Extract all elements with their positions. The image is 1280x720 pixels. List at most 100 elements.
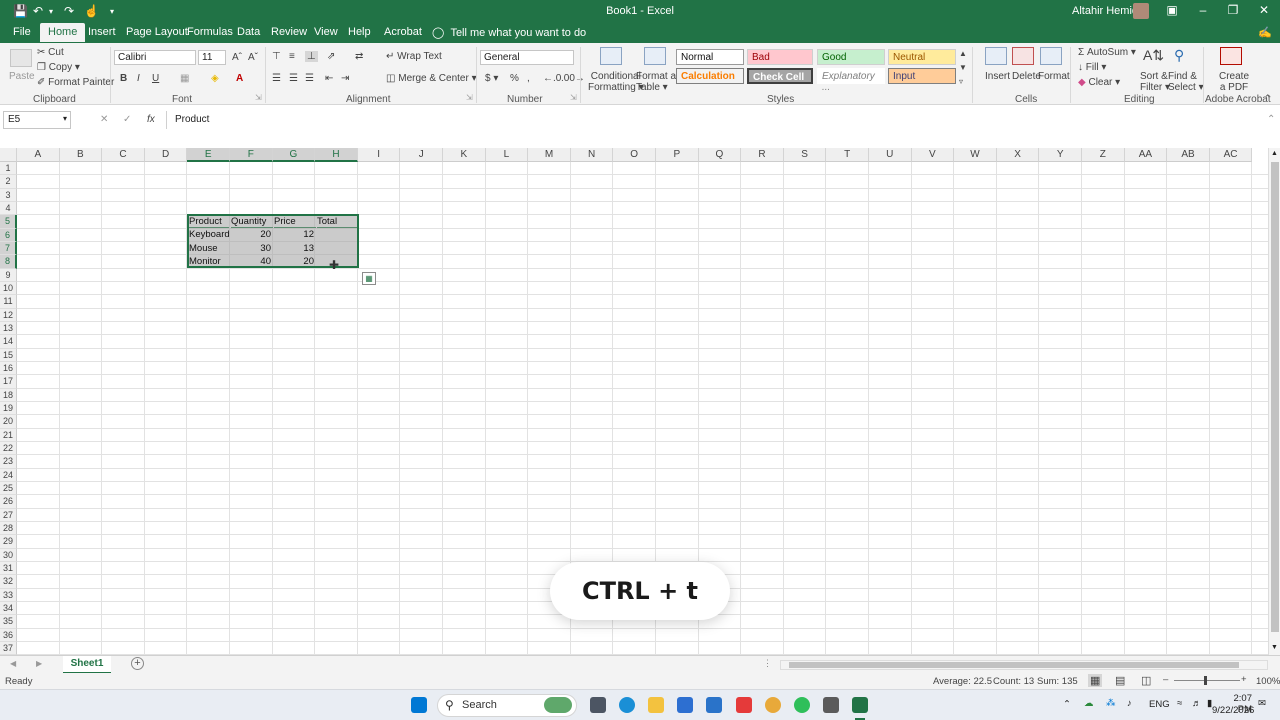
style-good[interactable]: Good (817, 49, 885, 65)
currency-icon[interactable]: $ ▾ (485, 73, 498, 84)
insert-function-icon[interactable]: fx (147, 114, 155, 125)
column-header-d[interactable]: D (144, 148, 188, 162)
delete-cells-icon[interactable] (1012, 47, 1034, 65)
row-header-31[interactable]: 31 (0, 561, 17, 576)
clock-date[interactable]: 9/22/2026 (1212, 705, 1254, 716)
zoom-in-icon[interactable]: + (1241, 674, 1247, 685)
column-header-i[interactable]: I (357, 148, 401, 162)
column-header-u[interactable]: U (869, 148, 912, 162)
touch-mode-icon[interactable]: ☝ (84, 4, 99, 18)
sheet-tab-sheet1[interactable]: Sheet1 (63, 656, 111, 674)
cell-g7[interactable]: 13 (274, 242, 314, 255)
column-header-g[interactable]: G (272, 148, 316, 162)
cell-f7[interactable]: 30 (231, 242, 271, 255)
zoom-slider[interactable] (1174, 680, 1240, 681)
column-header-ac[interactable]: AC (1209, 148, 1253, 162)
column-header-z[interactable]: Z (1082, 148, 1125, 162)
paste-button[interactable]: Paste (9, 71, 35, 82)
tab-insert[interactable]: Insert (88, 26, 116, 38)
increase-decimal-icon[interactable]: ←.0 (543, 73, 561, 84)
file-explorer-icon[interactable] (648, 697, 664, 713)
row-header-35[interactable]: 35 (0, 615, 17, 629)
avatar[interactable] (1133, 3, 1149, 19)
copy-button[interactable]: ❐ Copy ▾ (37, 62, 80, 73)
align-center-icon[interactable]: ☰ (289, 73, 298, 84)
cell-e5[interactable]: Product (189, 215, 229, 228)
row-header-14[interactable]: 14 (0, 335, 17, 349)
row-header-32[interactable]: 32 (0, 575, 17, 589)
redo-icon[interactable]: ↷ (64, 4, 74, 18)
pdf-icon[interactable] (1220, 47, 1242, 65)
undo-dropdown-icon[interactable]: ▾ (49, 7, 53, 16)
cell-e6[interactable]: Keyboard (189, 228, 230, 241)
chevron-down-icon[interactable]: ▾ (63, 114, 67, 123)
row-header-20[interactable]: 20 (0, 415, 17, 429)
youtube-icon[interactable] (736, 697, 752, 713)
cell-h6[interactable] (317, 228, 357, 241)
store-icon[interactable] (677, 697, 693, 713)
format-as-table-button[interactable]: Format as Table ▾ (636, 71, 681, 93)
style-bad[interactable]: Bad (747, 49, 813, 65)
number-format-select[interactable]: General (480, 50, 574, 65)
column-header-l[interactable]: L (485, 148, 529, 162)
cell-e8[interactable]: Monitor (189, 255, 229, 268)
volume-icon[interactable]: ♬ (1192, 698, 1202, 709)
border-icon[interactable]: ▦ (180, 73, 189, 84)
add-sheet-icon[interactable]: + (131, 657, 144, 670)
vertical-scroll-thumb[interactable] (1271, 162, 1279, 632)
wrap-text-button[interactable]: ↵ Wrap Text (386, 51, 442, 62)
onedrive-icon[interactable]: ☁ (1084, 698, 1094, 709)
row-header-29[interactable]: 29 (0, 535, 17, 549)
column-header-v[interactable]: V (911, 148, 955, 162)
row-header-7[interactable]: 7 (0, 241, 17, 256)
row-header-6[interactable]: 6 (0, 228, 17, 242)
autosum-button[interactable]: Σ AutoSum ▾ (1078, 47, 1136, 58)
zoom-level[interactable]: 100% (1256, 676, 1280, 687)
align-right-icon[interactable]: ☰ (305, 73, 314, 84)
alignment-dialog-launcher-icon[interactable]: ⇲ (466, 93, 473, 102)
windows-start-icon[interactable] (411, 697, 427, 713)
column-header-o[interactable]: O (613, 148, 656, 162)
close-icon[interactable]: ✕ (1254, 3, 1274, 17)
fill-color-icon[interactable]: ◈ (211, 73, 219, 84)
row-header-5[interactable]: 5 (0, 215, 17, 229)
underline-icon[interactable]: U (152, 73, 159, 84)
style-neutral[interactable]: Neutral (888, 49, 956, 65)
undo-icon[interactable]: ↶ (33, 4, 43, 18)
formula-input[interactable]: Product (166, 111, 1266, 129)
excel-icon[interactable] (852, 697, 868, 713)
row-header-34[interactable]: 34 (0, 601, 17, 616)
decrease-indent-icon[interactable]: ⇤ (325, 73, 333, 84)
status-average[interactable]: Average: 22.5 (933, 676, 992, 687)
percent-icon[interactable]: % (510, 73, 519, 84)
tab-data[interactable]: Data (237, 26, 260, 38)
format-as-table-icon[interactable] (644, 47, 666, 65)
snipping-tool-icon[interactable] (823, 697, 839, 713)
font-name-select[interactable]: Calibri (114, 50, 196, 65)
row-header-15[interactable]: 15 (0, 348, 17, 362)
rtl-icon[interactable]: ⇄ (355, 51, 363, 62)
restore-icon[interactable]: ❐ (1223, 3, 1243, 17)
status-count[interactable]: Count: 13 (993, 676, 1034, 687)
column-header-ab[interactable]: AB (1167, 148, 1210, 162)
search-icon[interactable]: ⚲ (1174, 47, 1184, 64)
column-header-h[interactable]: H (315, 148, 358, 162)
cut-button[interactable]: ✂ Cut (37, 47, 64, 58)
find-select-button[interactable]: Find & Select ▾ (1168, 71, 1204, 93)
merge-center-button[interactable]: ◫ Merge & Center ▾ (386, 73, 477, 84)
row-header-25[interactable]: 25 (0, 481, 17, 496)
row-header-17[interactable]: 17 (0, 375, 17, 389)
format-cells-button[interactable]: Format (1038, 71, 1070, 82)
insert-cells-button[interactable]: Insert (985, 71, 1010, 82)
style-normal[interactable]: Normal (676, 49, 744, 65)
column-header-t[interactable]: T (826, 148, 869, 162)
conditional-formatting-icon[interactable] (600, 47, 622, 65)
column-header-x[interactable]: X (996, 148, 1040, 162)
column-header-w[interactable]: W (954, 148, 997, 162)
bold-icon[interactable]: B (120, 73, 127, 84)
column-header-aa[interactable]: AA (1124, 148, 1168, 162)
column-header-y[interactable]: Y (1039, 148, 1082, 162)
column-header-c[interactable]: C (102, 148, 145, 162)
name-box[interactable]: E5 ▾ (3, 111, 71, 129)
format-painter-button[interactable]: ✐ Format Painter (37, 77, 114, 88)
